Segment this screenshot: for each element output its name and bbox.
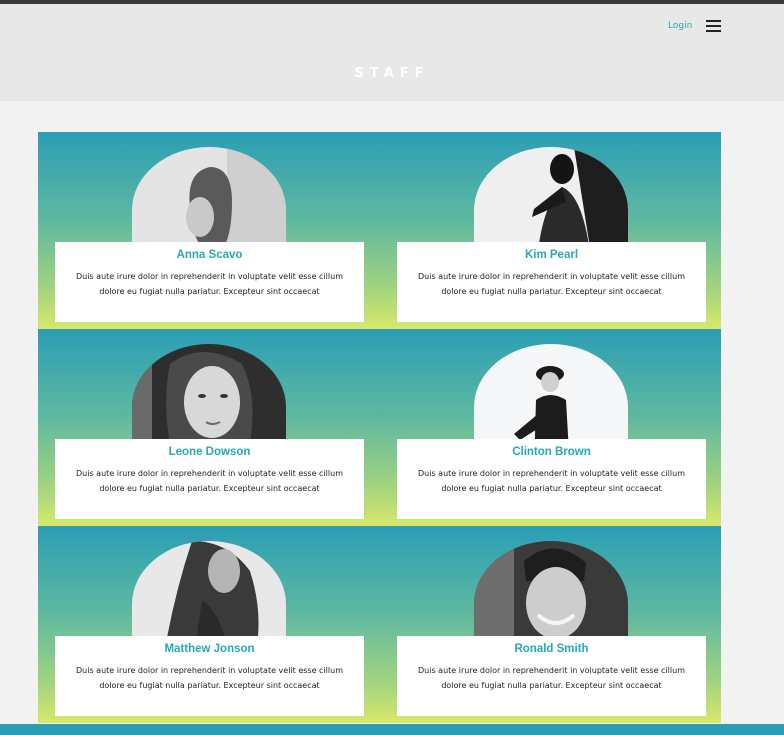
- staff-card[interactable]: Kim Pearl Duis aute irure dolor in repre…: [397, 147, 706, 325]
- staff-description: Duis aute irure dolor in reprehenderit i…: [418, 469, 685, 493]
- staff-card[interactable]: Matthew Jonson Duis aute irure dolor in …: [55, 541, 364, 719]
- staff-info: Matthew Jonson Duis aute irure dolor in …: [55, 636, 364, 716]
- staff-description: Duis aute irure dolor in reprehenderit i…: [76, 469, 343, 493]
- login-link[interactable]: Login: [668, 21, 692, 31]
- staff-info: Kim Pearl Duis aute irure dolor in repre…: [397, 242, 706, 322]
- staff-card[interactable]: Anna Scavo Duis aute irure dolor in repr…: [55, 147, 364, 325]
- staff-row: Matthew Jonson Duis aute irure dolor in …: [38, 526, 721, 723]
- staff-info: Ronald Smith Duis aute irure dolor in re…: [397, 636, 706, 716]
- staff-description: Duis aute irure dolor in reprehenderit i…: [76, 272, 343, 296]
- menu-line: [706, 25, 721, 27]
- staff-name: Leone Dowson: [168, 446, 251, 458]
- staff-info: Anna Scavo Duis aute irure dolor in repr…: [55, 242, 364, 322]
- page-title: STAFF: [354, 66, 430, 81]
- staff-name: Ronald Smith: [514, 643, 589, 655]
- staff-info: Clinton Brown Duis aute irure dolor in r…: [397, 439, 706, 519]
- staff-name: Matthew Jonson: [164, 643, 255, 655]
- staff-description: Duis aute irure dolor in reprehenderit i…: [418, 666, 685, 690]
- staff-card[interactable]: Ronald Smith Duis aute irure dolor in re…: [397, 541, 706, 719]
- menu-line: [706, 20, 721, 22]
- staff-grid: Anna Scavo Duis aute irure dolor in repr…: [38, 132, 721, 723]
- staff-row: Anna Scavo Duis aute irure dolor in repr…: [38, 132, 721, 329]
- staff-name: Anna Scavo: [176, 249, 243, 261]
- staff-info: Leone Dowson Duis aute irure dolor in re…: [55, 439, 364, 519]
- site-header: Login STAFF: [0, 4, 784, 101]
- staff-row: Leone Dowson Duis aute irure dolor in re…: [38, 329, 721, 526]
- staff-card[interactable]: Clinton Brown Duis aute irure dolor in r…: [397, 344, 706, 522]
- staff-card[interactable]: Leone Dowson Duis aute irure dolor in re…: [55, 344, 364, 522]
- menu-line: [706, 30, 721, 32]
- staff-name: Kim Pearl: [524, 249, 579, 261]
- staff-name: Clinton Brown: [512, 446, 591, 458]
- staff-description: Duis aute irure dolor in reprehenderit i…: [76, 666, 343, 690]
- staff-description: Duis aute irure dolor in reprehenderit i…: [418, 272, 685, 296]
- hamburger-menu-icon[interactable]: [706, 20, 721, 32]
- footer-bar: [0, 724, 784, 735]
